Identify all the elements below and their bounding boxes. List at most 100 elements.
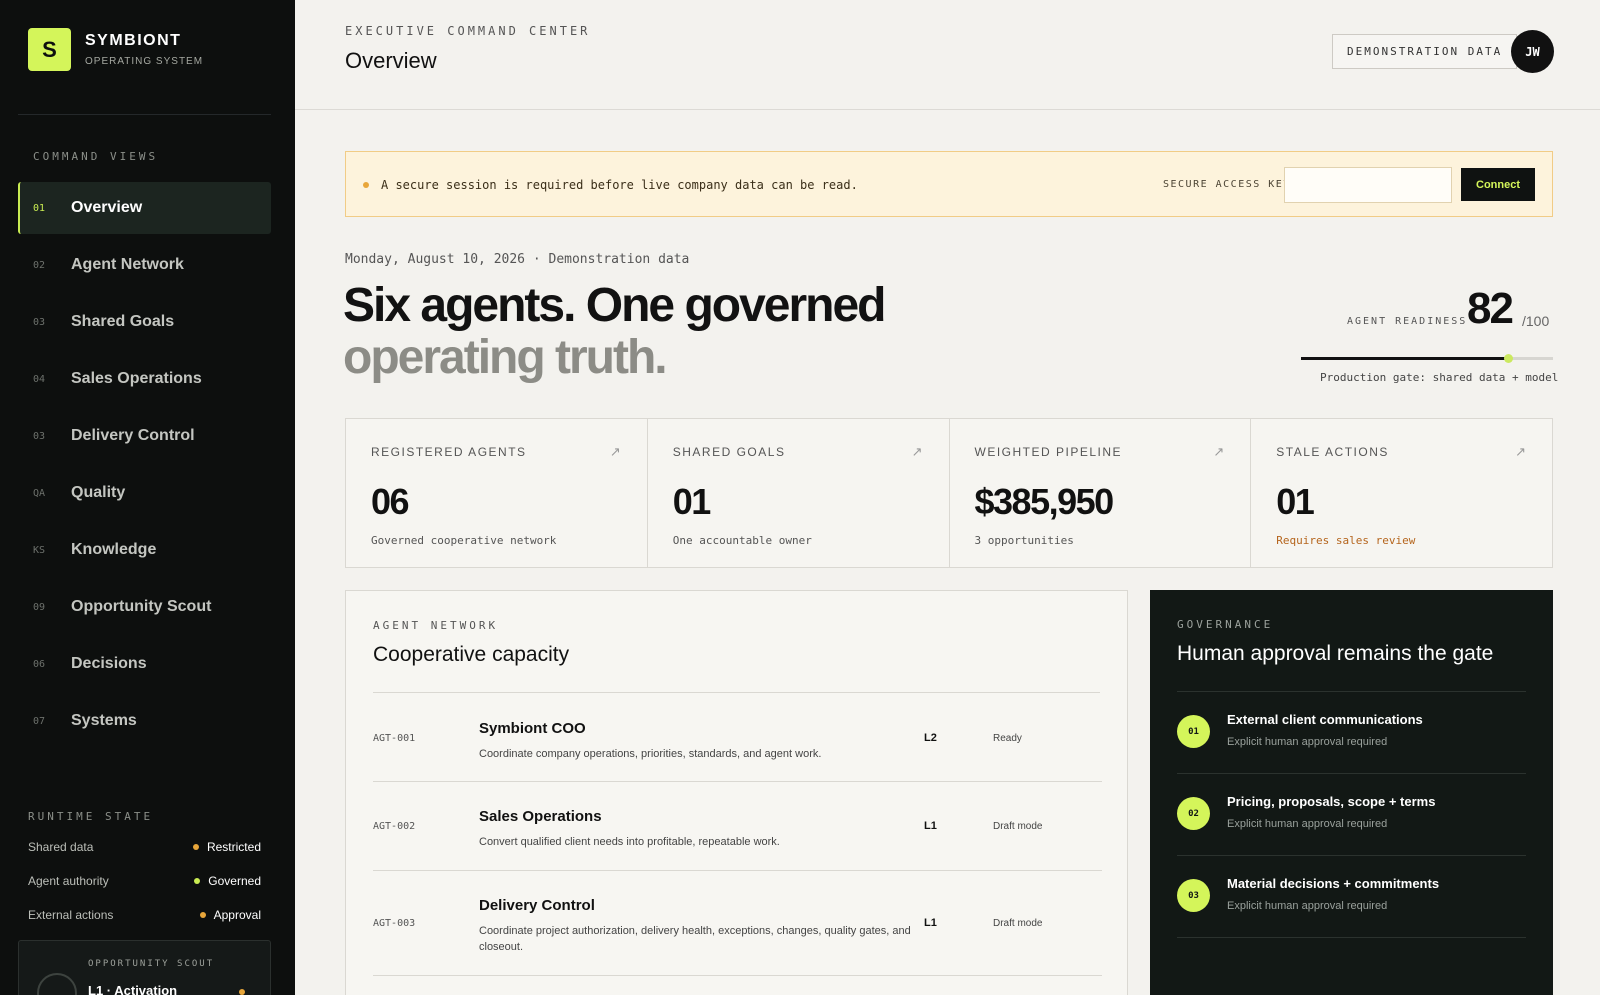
divider (1177, 937, 1526, 938)
status-dot (199, 912, 206, 918)
access-key-label: SECURE ACCESS KEY (1163, 179, 1291, 190)
agent-status: Draft mode (993, 918, 1043, 929)
nav-number: 06 (33, 658, 46, 670)
runtime-row-shared-data: Shared data Restricted (28, 840, 261, 854)
nav-label: Opportunity Scout (71, 598, 212, 615)
stat-note: 3 opportunities (974, 534, 1074, 547)
nav-number: 04 (33, 373, 46, 385)
governance-item-title: Material decisions + commitments (1227, 876, 1440, 891)
table-row[interactable]: AGT-002 Sales Operations Convert qualifi… (373, 782, 1102, 871)
sidebar-item-delivery-control[interactable]: 03 Delivery Control (18, 410, 271, 462)
governance-item-title: External client communications (1227, 712, 1423, 727)
table-row[interactable]: AGT-001 Symbiont COO Coordinate company … (373, 693, 1102, 782)
progress-ring-icon (37, 973, 77, 995)
stat-stale-actions[interactable]: STALE ACTIONS ↗ 01 Requires sales review (1251, 419, 1552, 567)
stat-shared-goals[interactable]: SHARED GOALS ↗ 01 One accountable owner (648, 419, 950, 567)
header-eyebrow: EXECUTIVE COMMAND CENTER (345, 24, 591, 38)
stat-note: Governed cooperative network (371, 534, 557, 547)
sidebar-item-decisions[interactable]: 06 Decisions (18, 638, 271, 690)
panel-title: Cooperative capacity (373, 643, 570, 666)
nav-number: 01 (33, 202, 46, 214)
runtime-label: Agent authority (28, 874, 109, 888)
stat-value: 06 (371, 481, 410, 522)
nav-number: 07 (33, 715, 46, 727)
governance-item-subtitle: Explicit human approval required (1227, 736, 1388, 748)
stat-registered-agents[interactable]: REGISTERED AGENTS ↗ 06 Governed cooperat… (346, 419, 648, 567)
nav-number: KS (33, 544, 46, 556)
sidebar-item-knowledge[interactable]: KS Knowledge (18, 524, 271, 576)
readiness-score: 82 (1467, 284, 1514, 333)
agent-status: Ready (993, 733, 1022, 744)
sidebar-divider (18, 114, 271, 115)
arrow-up-right-icon: ↗ (911, 444, 923, 459)
stat-weighted-pipeline[interactable]: WEIGHTED PIPELINE ↗ $385,950 3 opportuni… (950, 419, 1252, 567)
top-bar: EXECUTIVE COMMAND CENTER Overview DEMONS… (295, 0, 1600, 110)
page-title: Overview (345, 48, 437, 73)
nav-number: 02 (33, 259, 46, 271)
divider (1177, 773, 1526, 774)
panel-title: Human approval remains the gate (1177, 642, 1494, 665)
sidebar-item-sales-operations[interactable]: 04 Sales Operations (18, 353, 271, 405)
agent-id: AGT-003 (373, 918, 416, 929)
warning-dot-icon (363, 182, 369, 188)
governance-panel: GOVERNANCE Human approval remains the ga… (1150, 590, 1553, 995)
agent-id: AGT-001 (373, 733, 416, 744)
nav-label: Systems (71, 712, 137, 729)
step-number-badge: 03 (1177, 879, 1210, 912)
agent-name: Delivery Control (479, 897, 595, 914)
nav-label: Sales Operations (71, 370, 202, 387)
readiness-note: Production gate: shared data + model (1320, 371, 1559, 384)
agent-id: AGT-002 (373, 821, 416, 832)
agent-description: Convert qualified client needs into prof… (479, 836, 780, 848)
status-dot (194, 878, 201, 884)
runtime-label: Shared data (28, 840, 94, 854)
brand-logo: S (28, 28, 71, 71)
runtime-label: External actions (28, 908, 114, 922)
nav-label: Delivery Control (71, 427, 195, 444)
brand-name: SYMBIONT (85, 32, 182, 49)
sidebar-item-shared-goals[interactable]: 03 Shared Goals (18, 296, 271, 348)
command-views-nav: 01 Overview 02 Agent Network 03 Shared G… (18, 182, 271, 752)
access-key-input[interactable] (1284, 167, 1452, 203)
avatar[interactable]: JW (1511, 30, 1554, 73)
nav-section-label: COMMAND VIEWS (33, 150, 159, 163)
sidebar-item-overview[interactable]: 01 Overview (18, 182, 271, 234)
agent-description: Coordinate project authorization, delive… (479, 925, 911, 953)
stat-label: SHARED GOALS (672, 445, 786, 459)
step-number-badge: 02 (1177, 797, 1210, 830)
readiness-marker (1504, 354, 1513, 363)
runtime-section-label: RUNTIME STATE (28, 810, 154, 823)
nav-number: 03 (33, 430, 46, 442)
runtime-value: Restricted (206, 840, 261, 854)
status-dot (239, 989, 245, 995)
stats-row: REGISTERED AGENTS ↗ 06 Governed cooperat… (345, 418, 1553, 568)
divider (1177, 691, 1526, 692)
sidebar-item-opportunity-scout[interactable]: 09 Opportunity Scout (18, 581, 271, 633)
sidebar: S SYMBIONT OPERATING SYSTEM COMMAND VIEW… (0, 0, 295, 995)
nav-label: Knowledge (71, 541, 157, 558)
runtime-row-external-actions: External actions Approval (28, 908, 261, 922)
brand[interactable]: S SYMBIONT OPERATING SYSTEM (28, 28, 203, 71)
nav-label: Shared Goals (71, 313, 175, 330)
step-number-badge: 01 (1177, 715, 1210, 748)
sidebar-item-systems[interactable]: 07 Systems (18, 695, 271, 747)
sidebar-item-agent-network[interactable]: 02 Agent Network (18, 239, 271, 291)
demonstration-data-button[interactable]: DEMONSTRATION DATA (1332, 34, 1518, 69)
stat-note: Requires sales review (1276, 534, 1416, 547)
governance-item-title: Pricing, proposals, scope + terms (1227, 794, 1436, 809)
readiness-max: /100 (1522, 313, 1550, 329)
agent-name: Symbiont COO (479, 720, 586, 737)
nav-number: QA (33, 487, 46, 499)
stat-label: REGISTERED AGENTS (371, 445, 527, 459)
sidebar-item-quality[interactable]: QA Quality (18, 467, 271, 519)
status-dot (192, 844, 199, 850)
opportunity-scout-card[interactable]: OPPORTUNITY SCOUT L1 · Activation (18, 940, 271, 995)
nav-label: Decisions (71, 655, 147, 672)
stat-value: 01 (672, 481, 712, 522)
governance-item-subtitle: Explicit human approval required (1227, 818, 1388, 830)
hero-headline: Six agents. One governed (343, 279, 886, 332)
stat-label: WEIGHTED PIPELINE (974, 445, 1123, 459)
connect-button[interactable]: Connect (1461, 168, 1535, 201)
stat-note: One accountable owner (672, 534, 812, 547)
table-row[interactable]: AGT-003 Delivery Control Coordinate proj… (373, 871, 1102, 976)
